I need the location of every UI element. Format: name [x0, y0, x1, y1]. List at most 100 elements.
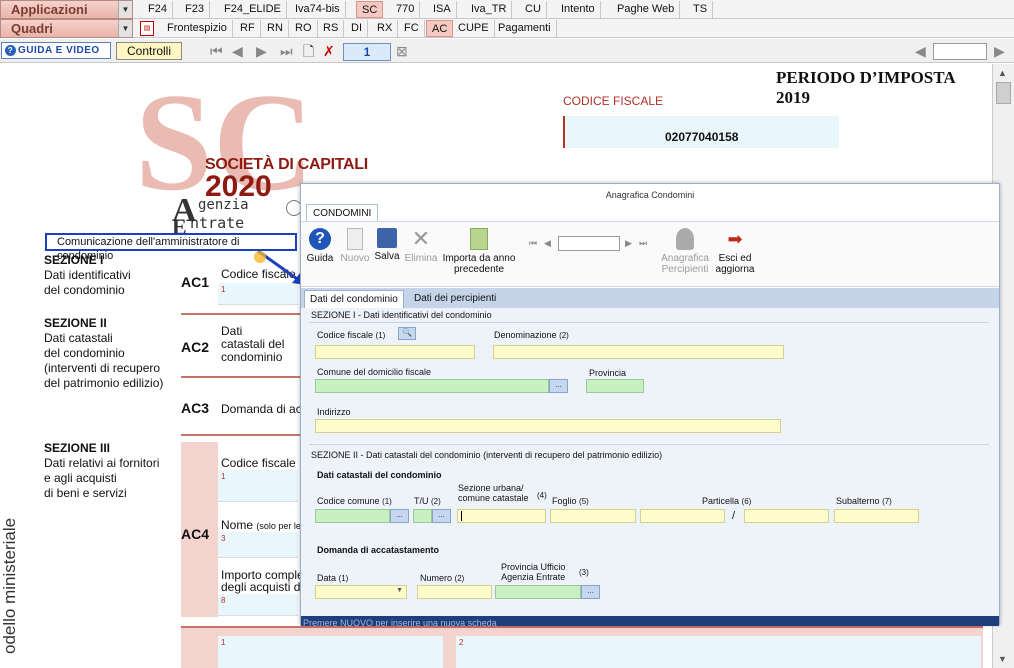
subalterno-input[interactable]: [834, 509, 919, 523]
sez2-line3: (interventi di recupero: [44, 361, 161, 375]
agenzia-text: genzia: [198, 197, 249, 213]
tab-cu[interactable]: CU: [520, 1, 547, 18]
next-page-icon[interactable]: ▶: [256, 42, 267, 60]
tab-dati-condominio[interactable]: Dati del condominio: [304, 290, 404, 308]
pdf-icon[interactable]: ▤: [140, 21, 154, 36]
chevron-down-icon[interactable]: ▼: [118, 20, 132, 37]
tab-iva74bis[interactable]: Iva74-bis: [290, 1, 346, 18]
salva-button[interactable]: Salva: [373, 228, 401, 262]
scroll-thumb[interactable]: [996, 82, 1011, 104]
new-page-icon[interactable]: 🗋: [303, 42, 314, 60]
tab-f24-elide[interactable]: F24_ELIDE: [219, 1, 287, 18]
tab-condomini[interactable]: CONDOMINI: [306, 204, 379, 222]
tab-paghe-web[interactable]: Paghe Web: [612, 1, 681, 18]
indirizzo-input[interactable]: [315, 419, 781, 433]
provincia-ufficio-input[interactable]: [495, 585, 581, 599]
tab-ts[interactable]: TS: [688, 1, 714, 18]
provincia-input[interactable]: [586, 379, 644, 393]
tab-f23[interactable]: F23: [180, 1, 210, 18]
tab-pagamenti[interactable]: Pagamenti: [493, 20, 557, 37]
numero-input[interactable]: [417, 585, 492, 599]
help-icon: ?: [5, 45, 16, 56]
tab-sc[interactable]: SC: [356, 1, 384, 18]
esci-line1: Esci ed: [718, 253, 752, 264]
quadri-menu[interactable]: Quadri ▼: [0, 19, 133, 38]
cod-comune-lookup-button[interactable]: ...: [390, 509, 409, 523]
prev-record-icon[interactable]: ◀: [544, 238, 551, 249]
sezione-3-text: Dati relativi ai fornitori e agli acquist…: [44, 456, 159, 501]
comune-lookup-button[interactable]: ...: [549, 379, 568, 393]
cod-comune-input[interactable]: [315, 509, 390, 523]
prev-icon[interactable]: ◀: [915, 42, 926, 60]
particella-input-1[interactable]: [640, 509, 725, 523]
delete-page-icon[interactable]: ✗: [323, 42, 335, 60]
chevron-down-icon[interactable]: ▼: [118, 1, 132, 18]
tab-isa[interactable]: ISA: [428, 1, 457, 18]
tab-ro[interactable]: RO: [290, 20, 318, 37]
elimina-button[interactable]: ✕ Elimina: [403, 226, 439, 265]
comune-input[interactable]: [315, 379, 549, 393]
tab-f24[interactable]: F24: [143, 1, 173, 18]
tu-lookup-button[interactable]: ...: [432, 509, 451, 523]
applications-bar: Applicazioni ▼ F24 F23 F24_ELIDE Iva74-bi…: [0, 0, 1014, 19]
nuovo-button[interactable]: Nuovo: [339, 228, 371, 264]
applicazioni-menu[interactable]: Applicazioni ▼: [0, 0, 133, 19]
first-page-icon[interactable]: ⏮: [210, 42, 223, 60]
tab-770[interactable]: 770: [391, 1, 421, 18]
guida-video-button[interactable]: ? GUIDA E VIDEO: [1, 42, 111, 59]
tu-input[interactable]: [413, 509, 432, 523]
particella-slash: /: [732, 510, 736, 522]
search-field[interactable]: [933, 43, 987, 60]
sezione-urbana-input[interactable]: [457, 509, 546, 523]
tab-rs[interactable]: RS: [318, 20, 345, 37]
tab-frontespizio[interactable]: Frontespizio: [162, 20, 233, 37]
first-record-icon[interactable]: ⏮: [529, 238, 537, 249]
esci-aggiorna-button[interactable]: ➡ Esci ed aggiorna: [713, 228, 757, 275]
provincia-ufficio-label: Provincia Ufficio Agenzia Entrate: [501, 562, 565, 582]
cf-input[interactable]: [315, 345, 475, 359]
ac4-cf-label: Codice fiscale: [221, 456, 296, 470]
ac4-nome-field[interactable]: 3: [218, 532, 298, 558]
scroll-up-icon[interactable]: ▲: [998, 68, 1007, 78]
last-page-icon[interactable]: ⏭: [280, 42, 293, 60]
tab-rf[interactable]: RF: [235, 20, 261, 37]
delete-icon: ✕: [411, 226, 431, 251]
next-icon[interactable]: ▶: [994, 42, 1005, 60]
prev-page-icon[interactable]: ◀: [232, 42, 243, 60]
foglio-input[interactable]: [550, 509, 636, 523]
comune-label: Comune del domicilio fiscale: [317, 367, 432, 377]
last-record-icon[interactable]: ⏭: [639, 238, 647, 249]
tab-ac[interactable]: AC: [426, 20, 454, 37]
goto-page-icon[interactable]: ⊠: [396, 42, 408, 60]
particella-input-2[interactable]: [744, 509, 829, 523]
anagrafica-percipienti-button[interactable]: Anagrafica Percipienti: [657, 228, 713, 275]
importa-button[interactable]: Importa da anno precedente: [441, 228, 517, 275]
data-dropdown[interactable]: ▼: [315, 585, 407, 599]
divider: [309, 322, 989, 323]
scroll-down-icon[interactable]: ▼: [998, 654, 1007, 664]
controlli-button[interactable]: Controlli: [116, 42, 182, 60]
codice-fiscale-field[interactable]: 02077040158: [563, 116, 839, 148]
bottom-field-1[interactable]: 1: [218, 636, 443, 668]
next-record-icon[interactable]: ▶: [625, 238, 632, 249]
divider: [181, 434, 301, 436]
tab-intento[interactable]: Intento: [556, 1, 601, 18]
search-icon[interactable]: 🔍: [398, 327, 416, 340]
bottom-field-2[interactable]: 2: [456, 636, 981, 668]
page-number[interactable]: 1: [343, 43, 391, 61]
ac4-importo-field[interactable]: 8: [218, 594, 298, 616]
denominazione-input[interactable]: [493, 345, 784, 359]
tab-rn[interactable]: RN: [262, 20, 289, 37]
tab-fc[interactable]: FC: [399, 20, 425, 37]
provincia-ufficio-lookup-button[interactable]: ...: [581, 585, 600, 599]
tab-iva-tr[interactable]: Iva_TR: [466, 1, 513, 18]
tab-di[interactable]: DI: [346, 20, 368, 37]
ac1-code: AC1: [181, 274, 210, 290]
tab-cupe[interactable]: CUPE: [453, 20, 495, 37]
sez2-line2: del condominio: [44, 346, 125, 360]
tab-rx[interactable]: RX: [372, 20, 399, 37]
ac4-cf-field[interactable]: 1: [218, 470, 298, 502]
record-field[interactable]: [558, 236, 620, 251]
guida-button[interactable]: ? Guida: [305, 228, 335, 264]
tab-dati-percipienti[interactable]: Dati dei percipienti: [409, 290, 501, 308]
